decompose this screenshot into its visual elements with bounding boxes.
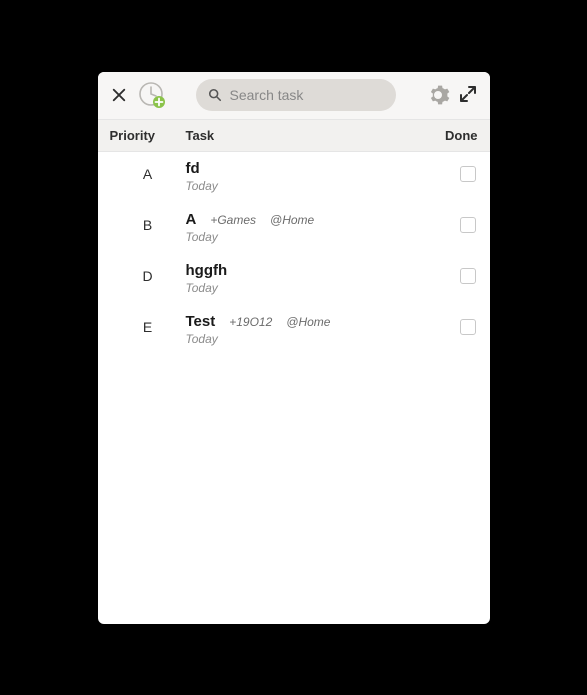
expand-icon [460,86,476,102]
fullscreen-button[interactable] [460,86,478,104]
search-field[interactable] [196,79,396,111]
task-title: A [186,211,197,228]
task-priority: B [110,211,186,233]
task-row[interactable]: B A +Games @Home Today [98,203,490,254]
task-date: Today [186,179,430,193]
task-body: A +Games @Home Today [186,211,430,244]
task-date: Today [186,230,430,244]
table-header: Priority Task Done [98,120,490,152]
task-project: +19O12 [229,315,272,329]
close-button[interactable] [110,86,128,104]
done-checkbox[interactable] [460,217,476,233]
add-task-button[interactable] [138,81,166,109]
task-title: Test [186,313,216,330]
done-checkbox[interactable] [460,166,476,182]
task-body: Test +19O12 @Home Today [186,313,430,346]
task-priority: D [110,262,186,284]
search-container [176,79,416,111]
clock-plus-icon [138,81,166,109]
close-icon [112,88,126,102]
task-priority: A [110,160,186,182]
gear-icon [426,83,450,107]
done-checkbox[interactable] [460,319,476,335]
task-row[interactable]: E Test +19O12 @Home Today [98,305,490,356]
task-body: hggfh Today [186,262,430,295]
task-project: +Games [210,213,256,227]
header-task[interactable]: Task [186,128,430,143]
header-priority[interactable]: Priority [110,128,186,143]
search-input[interactable] [230,87,384,103]
app-window: Priority Task Done A fd Today B A +Games… [98,72,490,624]
task-title: hggfh [186,262,228,279]
task-row[interactable]: D hggfh Today [98,254,490,305]
task-row[interactable]: A fd Today [98,152,490,203]
task-list: A fd Today B A +Games @Home Today [98,152,490,624]
header-done[interactable]: Done [430,128,478,143]
task-body: fd Today [186,160,430,193]
task-priority: E [110,313,186,335]
task-date: Today [186,281,430,295]
search-icon [208,87,222,103]
toolbar [98,72,490,120]
settings-button[interactable] [426,83,450,107]
task-context: @Home [286,315,330,329]
task-context: @Home [270,213,314,227]
task-title: fd [186,160,200,177]
done-checkbox[interactable] [460,268,476,284]
task-date: Today [186,332,430,346]
